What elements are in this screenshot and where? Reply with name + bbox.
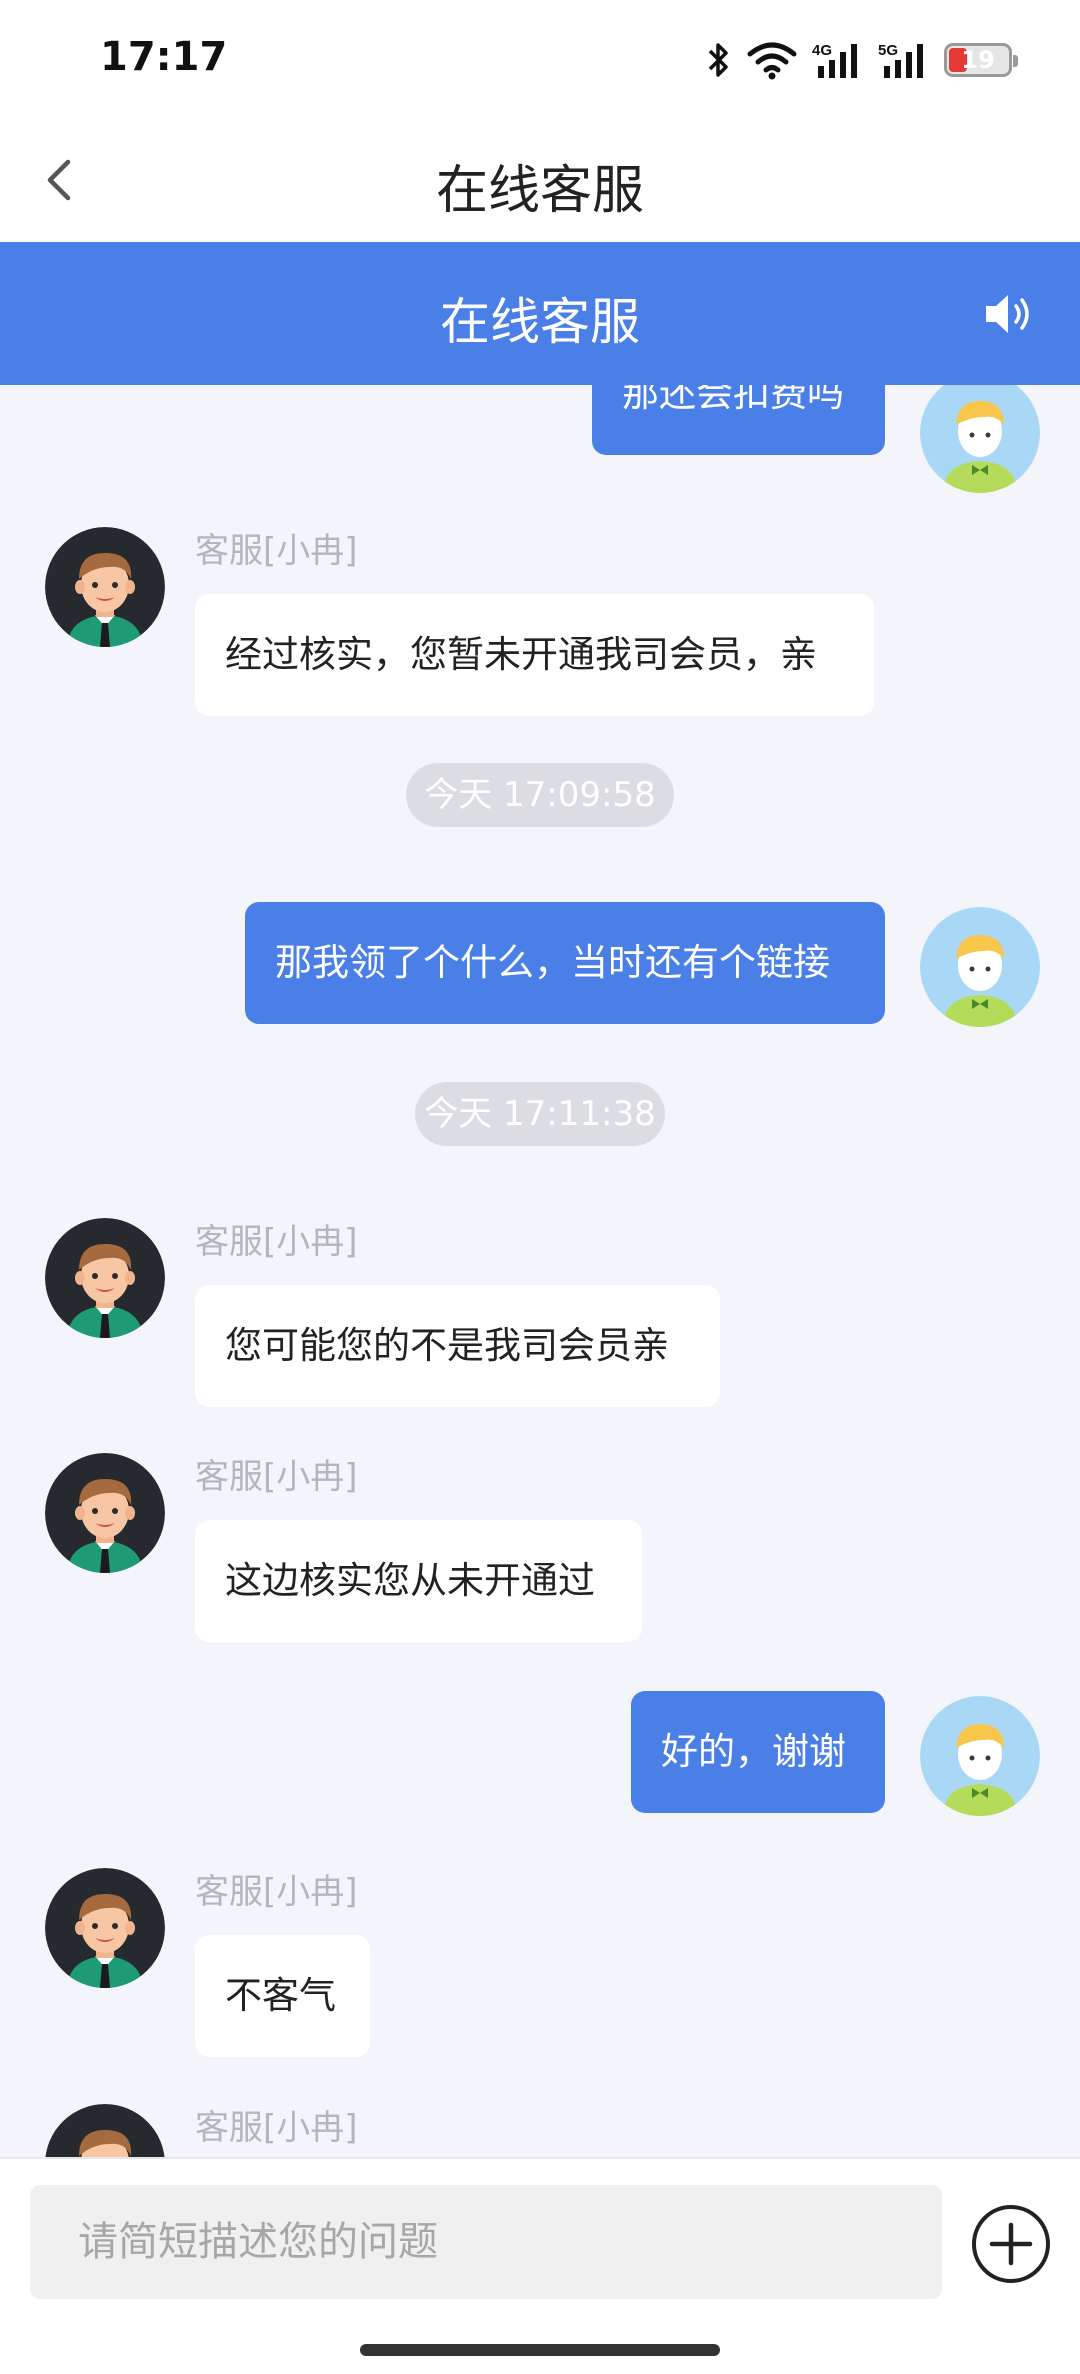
- add-attachment-button[interactable]: [970, 2203, 1052, 2285]
- chat-header-title: 在线客服: [440, 293, 640, 351]
- user-message-bubble[interactable]: 那我领了个什么，当时还有个链接: [245, 902, 885, 1024]
- agent-avatar: [45, 1453, 165, 1573]
- status-time: 17:17: [100, 34, 228, 80]
- chat-messages[interactable]: 那还会扣费吗 客服[小冉] 经过核实，您暂未开通我司会员，亲 今天 17:09:…: [0, 385, 1080, 2157]
- agent-avatar: [45, 1868, 165, 1988]
- svg-text:5G: 5G: [878, 42, 898, 59]
- wifi-icon: [747, 42, 797, 80]
- user-avatar: [920, 1696, 1040, 1816]
- agent-avatar: [45, 2104, 165, 2157]
- home-indicator: [360, 2344, 720, 2356]
- user-message-bubble[interactable]: 好的，谢谢: [631, 1691, 885, 1813]
- agent-message-bubble[interactable]: 经过核实，您暂未开通我司会员，亲: [195, 594, 874, 716]
- input-bar: [0, 2157, 1080, 2374]
- agent-message-bubble[interactable]: 不客气: [195, 1935, 370, 2057]
- message-input[interactable]: [30, 2185, 942, 2299]
- chat-header: 在线客服: [0, 242, 1080, 385]
- speaker-button[interactable]: [980, 286, 1036, 342]
- battery-level: 19: [961, 46, 995, 74]
- sender-name: 客服[小冉]: [195, 531, 358, 571]
- bluetooth-icon: [708, 43, 728, 77]
- sender-name: 客服[小冉]: [195, 1222, 358, 1262]
- user-message-bubble[interactable]: 那还会扣费吗: [592, 385, 885, 455]
- page-title: 在线客服: [435, 161, 644, 221]
- message-timestamp: 今天 17:09:58: [406, 763, 674, 827]
- agent-message-bubble[interactable]: 这边核实您从未开通过: [195, 1520, 642, 1642]
- agent-avatar: [45, 1218, 165, 1338]
- signal-5g-icon: 5G: [878, 42, 923, 78]
- plus-circle-icon: [972, 2205, 1050, 2283]
- nav-bar: 在线客服: [0, 118, 1080, 242]
- agent-message-bubble[interactable]: 您可能您的不是我司会员亲: [195, 1285, 720, 1407]
- sender-name: 客服[小冉]: [195, 1457, 358, 1497]
- agent-avatar: [45, 527, 165, 647]
- svg-text:4G: 4G: [812, 42, 832, 59]
- user-avatar: [920, 385, 1040, 493]
- battery-icon: 19: [944, 43, 1018, 77]
- status-bar: 17:17 4G 5G 19: [0, 0, 1080, 118]
- sender-name: 客服[小冉]: [195, 2108, 358, 2148]
- sender-name: 客服[小冉]: [195, 1872, 358, 1912]
- status-icons: 4G 5G 19: [706, 38, 1018, 82]
- user-avatar: [920, 907, 1040, 1027]
- message-timestamp: 今天 17:11:38: [415, 1082, 665, 1146]
- speaker-icon: [986, 295, 1029, 333]
- signal-4g-icon: 4G: [812, 42, 857, 78]
